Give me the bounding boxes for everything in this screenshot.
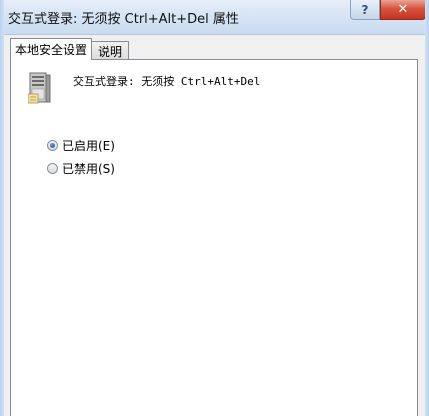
close-icon: ✕ xyxy=(397,2,409,17)
close-button[interactable]: ✕ xyxy=(380,0,426,20)
tab-explain[interactable]: 说明 xyxy=(91,41,130,60)
caption-buttons: ? ✕ xyxy=(350,0,426,21)
option-enabled[interactable]: 已启用(E) xyxy=(47,137,115,154)
tab-label: 本地安全设置 xyxy=(15,43,88,57)
radio-disabled[interactable] xyxy=(47,163,58,174)
help-button[interactable]: ? xyxy=(350,0,380,20)
option-enabled-label[interactable]: 已启用(E) xyxy=(62,137,115,154)
window-border-left xyxy=(0,0,4,416)
properties-dialog: 交互式登录: 无须按 Ctrl+Alt+Del 属性 ? ✕ 本地安全设置 说明 xyxy=(0,0,429,416)
window-title: 交互式登录: 无须按 Ctrl+Alt+Del 属性 xyxy=(8,12,239,27)
option-disabled-label[interactable]: 已禁用(S) xyxy=(62,160,115,177)
title-bar[interactable]: 交互式登录: 无须按 Ctrl+Alt+Del 属性 ? ✕ xyxy=(0,0,429,35)
tab-label: 说明 xyxy=(98,44,123,59)
server-icon xyxy=(28,72,51,104)
tab-local-security-setting[interactable]: 本地安全设置 xyxy=(10,38,93,60)
option-disabled[interactable]: 已禁用(S) xyxy=(47,160,115,177)
tab-strip: 本地安全设置 说明 xyxy=(10,38,130,60)
radio-enabled[interactable] xyxy=(47,140,58,151)
policy-title: 交互式登录: 无须按 Ctrl+Alt+Del xyxy=(73,75,261,88)
window-border-right xyxy=(425,0,429,416)
tab-panel: 交互式登录: 无须按 Ctrl+Alt+Del 已启用(E) 已禁用(S) xyxy=(10,59,418,416)
help-icon: ? xyxy=(361,2,369,17)
